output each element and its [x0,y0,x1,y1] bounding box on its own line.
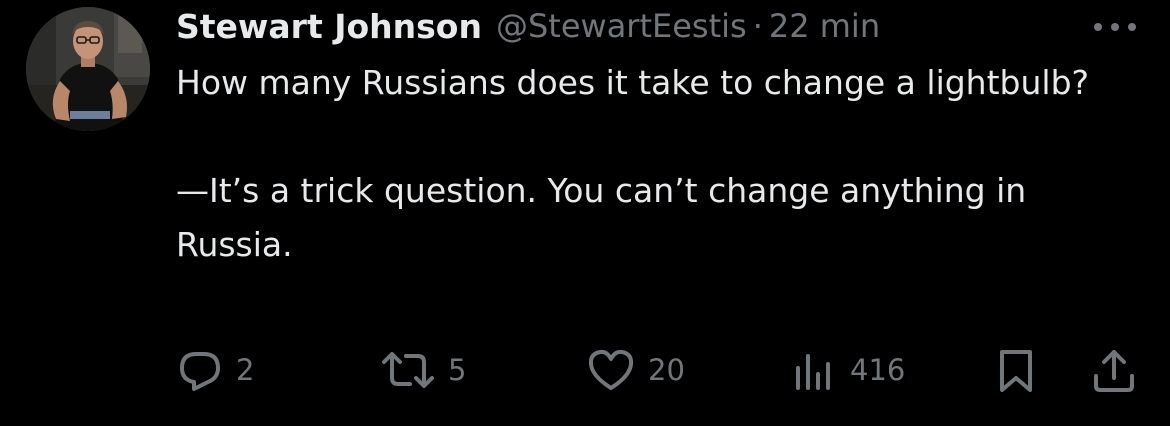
views-icon [796,354,830,390]
bookmark-button[interactable] [996,340,1036,400]
views-button[interactable]: 416 [790,340,905,400]
view-count: 416 [850,353,906,387]
action-bar: 2 5 20 416 [0,340,1170,400]
bookmark-icon [1000,350,1032,392]
reply-button[interactable]: 2 [176,340,254,400]
more-options-button[interactable] [1090,16,1140,38]
tweet[interactable]: Stewart Johnson @StewartEestis · 22 min … [0,0,1170,426]
like-count: 20 [648,353,685,387]
avatar-image [26,7,150,131]
more-icon [1094,23,1136,31]
avatar[interactable] [26,7,150,131]
reply-icon [180,352,220,391]
like-button[interactable]: 20 [586,340,685,400]
separator-dot: · [752,7,763,45]
retweet-icon [382,352,434,388]
retweet-count: 5 [448,353,467,387]
display-name[interactable]: Stewart Johnson [176,7,482,46]
user-handle[interactable]: @StewartEestis [496,7,747,45]
retweet-button[interactable]: 5 [380,340,466,400]
tweet-text: How many Russians does it take to change… [176,63,1090,264]
heart-icon [588,349,634,390]
share-button[interactable] [1090,340,1138,400]
timestamp[interactable]: 22 min [769,7,880,45]
share-icon [1094,350,1134,392]
reply-count: 2 [236,353,255,387]
tweet-header: Stewart Johnson @StewartEestis · 22 min [176,4,880,48]
